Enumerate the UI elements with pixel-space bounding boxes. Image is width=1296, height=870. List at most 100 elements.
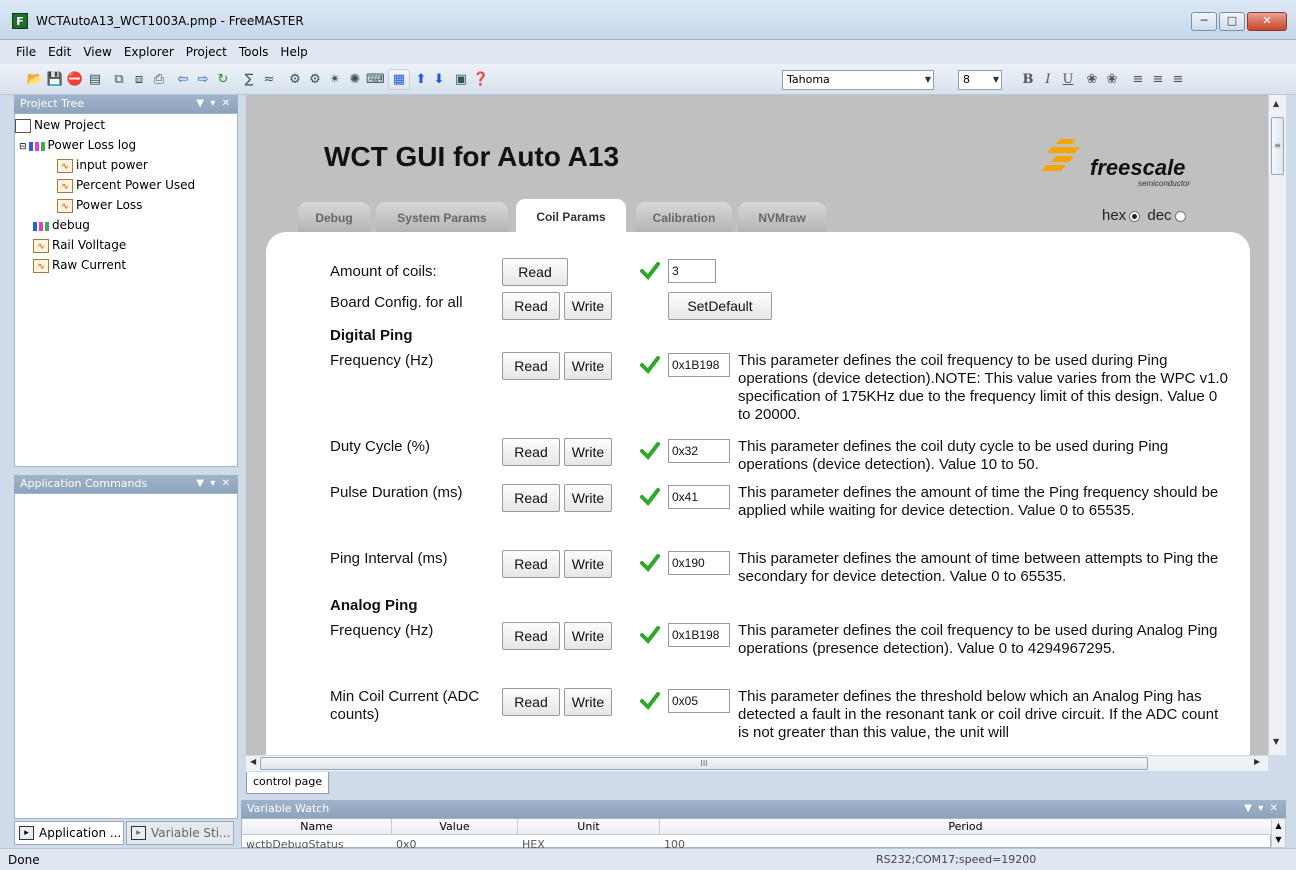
down-icon[interactable]: ⬇ [430, 71, 448, 89]
save-icon[interactable]: 💾 [46, 71, 64, 89]
watch-scrollbar[interactable]: ▲ ▼ [1271, 818, 1286, 848]
command-icon[interactable]: ⌨ [366, 71, 385, 89]
menu-help[interactable]: Help [280, 45, 307, 59]
write-button[interactable]: Write [564, 550, 612, 578]
back-icon[interactable]: ⇦ [174, 71, 192, 89]
param-value[interactable]: 0x190 [668, 551, 730, 575]
menu-file[interactable]: File [16, 45, 36, 59]
menu-tools[interactable]: Tools [239, 45, 269, 59]
stop-icon[interactable]: ⛔ [66, 71, 84, 89]
tree-item-percent-power-used[interactable]: ∿ Percent Power Used [57, 176, 195, 194]
write-button[interactable]: Write [564, 688, 612, 716]
tree-item-debug[interactable]: debug [33, 216, 90, 234]
param-value[interactable]: 0x1B198 [668, 353, 730, 377]
tab-application-commands[interactable]: ▸ Application ... [14, 821, 124, 845]
bold-icon[interactable]: B [1018, 70, 1038, 90]
read-button[interactable]: Read [502, 484, 560, 512]
tree-item-power-loss-log[interactable]: ⊟ Power Loss log [19, 136, 136, 154]
print-icon[interactable]: ⎙ [150, 71, 168, 89]
maximize-button[interactable]: □ [1219, 12, 1245, 31]
panel-controls[interactable]: ▼ ▾ ✕ [1244, 800, 1278, 818]
col-name[interactable]: Name [242, 819, 392, 835]
write-button[interactable]: Write [564, 352, 612, 380]
up-icon[interactable]: ⬆ [412, 71, 430, 89]
col-unit[interactable]: Unit [518, 819, 660, 835]
dec-radio[interactable] [1174, 210, 1186, 222]
board-read-button[interactable]: Read [502, 292, 560, 320]
menu-explorer[interactable]: Explorer [124, 45, 174, 59]
font-size-select[interactable]: 8 ▼ [958, 70, 1002, 90]
watch-cell-period[interactable]: 100 [664, 836, 685, 848]
panel-controls[interactable]: ▼ ▾ ✕ [196, 95, 230, 113]
align-right-icon[interactable]: ≡ [1168, 70, 1188, 90]
write-button[interactable]: Write [564, 622, 612, 650]
write-button[interactable]: Write [564, 484, 612, 512]
help-pointer-icon[interactable]: ❓ [472, 71, 490, 89]
amount-read-button[interactable]: Read [502, 258, 568, 286]
menu-edit[interactable]: Edit [48, 45, 71, 59]
watch-cell-unit[interactable]: HEX [522, 836, 545, 848]
hex-radio[interactable] [1129, 210, 1141, 222]
read-button[interactable]: Read [502, 352, 560, 380]
param-value[interactable]: 0x32 [668, 439, 730, 463]
tab-nvmraw[interactable]: NVMraw [738, 202, 826, 232]
stimulus-icon[interactable]: ✺ [346, 71, 364, 89]
grid-icon[interactable]: ▦ [390, 71, 408, 89]
pipe-icon[interactable]: ✴ [326, 71, 344, 89]
menu-project[interactable]: Project [186, 45, 227, 59]
variable-icon[interactable]: ∑ [240, 71, 258, 89]
minimize-button[interactable]: ─ [1191, 12, 1217, 31]
tab-debug[interactable]: Debug [298, 202, 370, 232]
tab-control-page[interactable]: control page [246, 772, 330, 794]
close-button[interactable]: ✕ [1247, 12, 1287, 31]
read-button[interactable]: Read [502, 622, 560, 650]
col-period[interactable]: Period [660, 819, 1272, 835]
back-color-icon[interactable]: ❀ [1102, 70, 1122, 90]
read-button[interactable]: Read [502, 550, 560, 578]
read-button[interactable]: Read [502, 438, 560, 466]
tab-system-params[interactable]: System Params [376, 202, 508, 232]
italic-icon[interactable]: I [1038, 70, 1058, 90]
scroll-up-icon[interactable]: ▲ [1273, 99, 1279, 108]
setdefault-button[interactable]: SetDefault [668, 292, 772, 320]
scroll-down-icon[interactable]: ▼ [1273, 737, 1279, 746]
board-write-button[interactable]: Write [564, 292, 612, 320]
horizontal-scroll-thumb[interactable]: III [260, 757, 1148, 770]
param-value[interactable]: 0x05 [668, 689, 730, 713]
open-icon[interactable]: 📂 [26, 71, 44, 89]
tab-calibration[interactable]: Calibration [636, 202, 732, 232]
horizontal-scrollbar[interactable]: ◀ III ▶ [246, 755, 1268, 771]
watch-cell-value[interactable]: 0x0 [396, 836, 417, 848]
col-value[interactable]: Value [392, 819, 518, 835]
amount-of-coils-value[interactable]: 3 [668, 259, 716, 283]
paste-icon[interactable]: ⧈ [130, 71, 148, 89]
param-value[interactable]: 0x41 [668, 485, 730, 509]
menu-view[interactable]: View [83, 45, 111, 59]
font-name-select[interactable]: Tahoma ▼ [782, 70, 934, 90]
align-center-icon[interactable]: ≡ [1148, 70, 1168, 90]
underline-icon[interactable]: U [1058, 70, 1078, 90]
text-color-icon[interactable]: ❀ [1082, 70, 1102, 90]
watch-icon[interactable]: ⚙ [286, 71, 304, 89]
scroll-right-icon[interactable]: ▶ [1254, 757, 1260, 766]
vertical-scrollbar[interactable]: ▲ ≡ ▼ [1268, 95, 1286, 755]
properties-icon[interactable]: ▤ [86, 71, 104, 89]
refresh-icon[interactable]: ↻ [214, 71, 232, 89]
scope-icon[interactable]: ≈ [260, 71, 278, 89]
param-value[interactable]: 0x1B198 [668, 623, 730, 647]
vertical-scroll-thumb[interactable]: ≡ [1271, 117, 1284, 175]
board-icon[interactable]: ▣ [452, 71, 470, 89]
scroll-left-icon[interactable]: ◀ [250, 757, 256, 766]
tab-variable-stimulus[interactable]: ▸ Variable Sti... [126, 821, 234, 845]
tree-item-power-loss[interactable]: ∿ Power Loss [57, 196, 142, 214]
recorder-icon[interactable]: ⚙ [306, 71, 324, 89]
align-left-icon[interactable]: ≡ [1128, 70, 1148, 90]
tab-coil-params[interactable]: Coil Params [516, 199, 626, 233]
expand-icon[interactable]: ⊟ [19, 142, 27, 152]
read-button[interactable]: Read [502, 688, 560, 716]
tree-item-new-project[interactable]: New Project [15, 116, 105, 134]
write-button[interactable]: Write [564, 438, 612, 466]
watch-cell-name[interactable]: wctbDebugStatus [246, 836, 344, 848]
tree-item-input-power[interactable]: ∿ input power [57, 156, 148, 174]
panel-controls[interactable]: ▼ ▾ ✕ [196, 475, 230, 493]
